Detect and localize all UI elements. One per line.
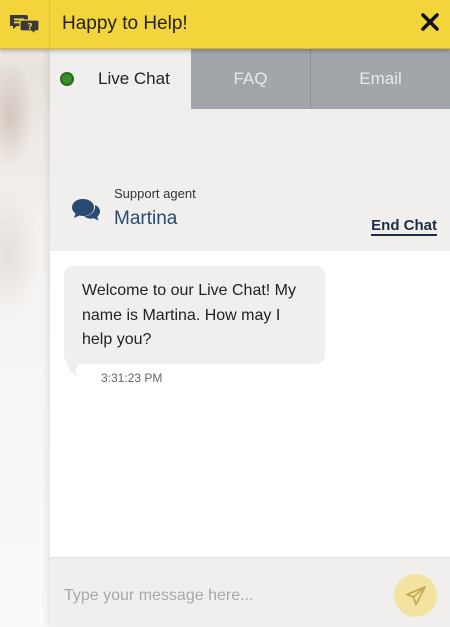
tab-email[interactable]: Email [311,49,450,109]
backdrop-blur [0,190,40,320]
agent-name: Martina [114,208,178,229]
message-text: Welcome to our Live Chat! My name is Mar… [82,282,297,348]
tab-label: Email [359,69,402,88]
message-list: Welcome to our Live Chat! My name is Mar… [50,251,450,557]
bubble-tail [66,355,88,376]
svg-text:?: ? [27,23,32,33]
agent-info: Support agent Martina End Chat [50,109,450,251]
chat-title: Happy to Help! [62,13,188,34]
chat-bubbles-icon [72,199,100,221]
message-timestamp: 3:31:23 PM [101,371,163,385]
agent-message-bubble: Welcome to our Live Chat! My name is Mar… [64,266,325,364]
agent-role-label: Support agent [114,186,196,201]
backdrop-blur [0,60,34,170]
chat-panel: Live Chat FAQ Email Support agent Martin… [50,49,450,627]
message-input[interactable] [64,584,384,608]
message-composer [50,557,450,627]
close-button[interactable] [419,11,441,33]
send-button[interactable] [394,574,437,617]
tab-faq[interactable]: FAQ [191,49,311,109]
online-status-dot [60,72,74,86]
send-icon [405,585,426,605]
chat-header: ? Happy to Help! [0,0,450,49]
tab-label: FAQ [233,69,268,88]
tab-live-chat[interactable]: Live Chat [50,49,191,109]
close-icon [421,13,439,31]
end-chat-link[interactable]: End Chat [371,217,437,236]
chat-tabs: Live Chat FAQ Email [50,49,450,109]
tab-label: Live Chat [98,69,170,88]
chat-question-icon: ? [0,0,50,49]
